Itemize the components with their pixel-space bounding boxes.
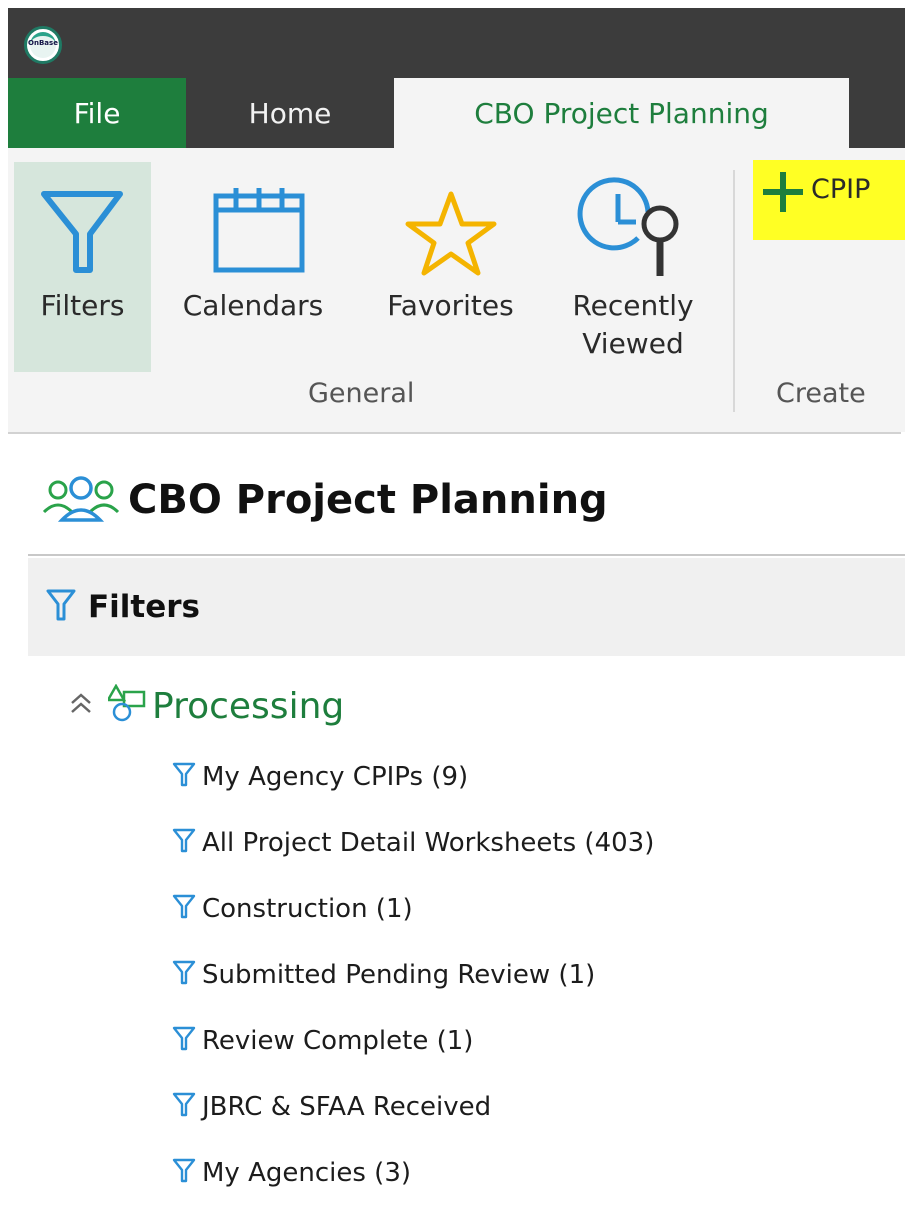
filter-item-label: My Agency CPIPs (9): [202, 762, 469, 792]
collapse-chevron-icon[interactable]: [68, 691, 94, 721]
filter-icon: [172, 959, 196, 992]
tab-file[interactable]: File: [8, 78, 186, 148]
calendar-icon: [158, 172, 348, 282]
filters-tree: Processing My Agency CPIPs (9) All Proje…: [28, 656, 905, 1212]
filter-item-jbrc-sfaa-received[interactable]: JBRC & SFAA Received: [172, 1074, 654, 1140]
filter-icon: [46, 588, 76, 626]
filter-item-review-complete[interactable]: Review Complete (1): [172, 1008, 654, 1074]
recently-viewed-button[interactable]: Recently Viewed: [548, 162, 718, 372]
filters-panel-header[interactable]: Filters: [28, 558, 905, 656]
app-logo-text: OnBase: [28, 39, 58, 47]
filter-item-label: All Project Detail Worksheets (403): [202, 828, 655, 858]
star-icon: [363, 172, 538, 282]
filter-icon: [14, 172, 151, 282]
filter-item-label: Submitted Pending Review (1): [202, 960, 596, 990]
tab-cbo-project-planning[interactable]: CBO Project Planning: [394, 78, 849, 148]
filter-icon: [172, 1025, 196, 1058]
recently-viewed-button-label: Recently Viewed: [572, 289, 694, 360]
filter-item-submitted-pending-review[interactable]: Submitted Pending Review (1): [172, 942, 654, 1008]
plus-icon: [761, 170, 805, 214]
filter-item-label: Construction (1): [202, 894, 413, 924]
filters-panel-title: Filters: [88, 589, 201, 625]
ribbon-divider: [8, 432, 901, 434]
create-cpip-label: CPIP: [811, 174, 871, 205]
filter-icon: [172, 893, 196, 926]
filter-item-construction[interactable]: Construction (1): [172, 876, 654, 942]
title-divider: [28, 554, 905, 556]
filter-item-label: JBRC & SFAA Received: [202, 1092, 492, 1122]
group-label-general: General: [308, 378, 415, 409]
workflow-icon: [105, 683, 146, 728]
processing-section-header[interactable]: Processing: [68, 678, 344, 734]
users-group-icon: [40, 470, 122, 530]
filter-icon: [172, 827, 196, 860]
favorites-button-label: Favorites: [387, 289, 514, 322]
create-cpip-button[interactable]: CPIP: [753, 160, 905, 240]
filter-item-my-agency-cpips[interactable]: My Agency CPIPs (9): [172, 744, 654, 810]
group-divider: [733, 170, 735, 412]
page-title: CBO Project Planning: [128, 477, 608, 523]
ribbon: Filters Calendars Favorites Recently Vie…: [8, 148, 905, 432]
processing-section-label: Processing: [152, 685, 345, 727]
title-bar: OnBase: [8, 8, 905, 78]
app-logo[interactable]: OnBase: [24, 26, 62, 64]
filter-icon: [172, 1091, 196, 1124]
filter-item-label: Review Complete (1): [202, 1026, 474, 1056]
calendars-button-label: Calendars: [182, 289, 324, 322]
filter-item-label: My Agencies (3): [202, 1158, 412, 1188]
calendars-button[interactable]: Calendars: [158, 162, 348, 372]
filter-item-my-agencies[interactable]: My Agencies (3): [172, 1140, 654, 1206]
page-header: CBO Project Planning: [40, 470, 608, 530]
filters-button-label: Filters: [40, 289, 125, 322]
group-label-create: Create: [776, 378, 866, 409]
clock-search-icon: [548, 172, 718, 282]
filter-list: My Agency CPIPs (9) All Project Detail W…: [172, 744, 654, 1206]
filter-item-all-project-detail-worksheets[interactable]: All Project Detail Worksheets (403): [172, 810, 654, 876]
filter-icon: [172, 761, 196, 794]
ribbon-tab-bar: File Home CBO Project Planning: [8, 78, 905, 148]
favorites-button[interactable]: Favorites: [363, 162, 538, 372]
filters-button[interactable]: Filters: [14, 162, 151, 372]
filter-icon: [172, 1157, 196, 1190]
tab-home[interactable]: Home: [186, 78, 394, 148]
